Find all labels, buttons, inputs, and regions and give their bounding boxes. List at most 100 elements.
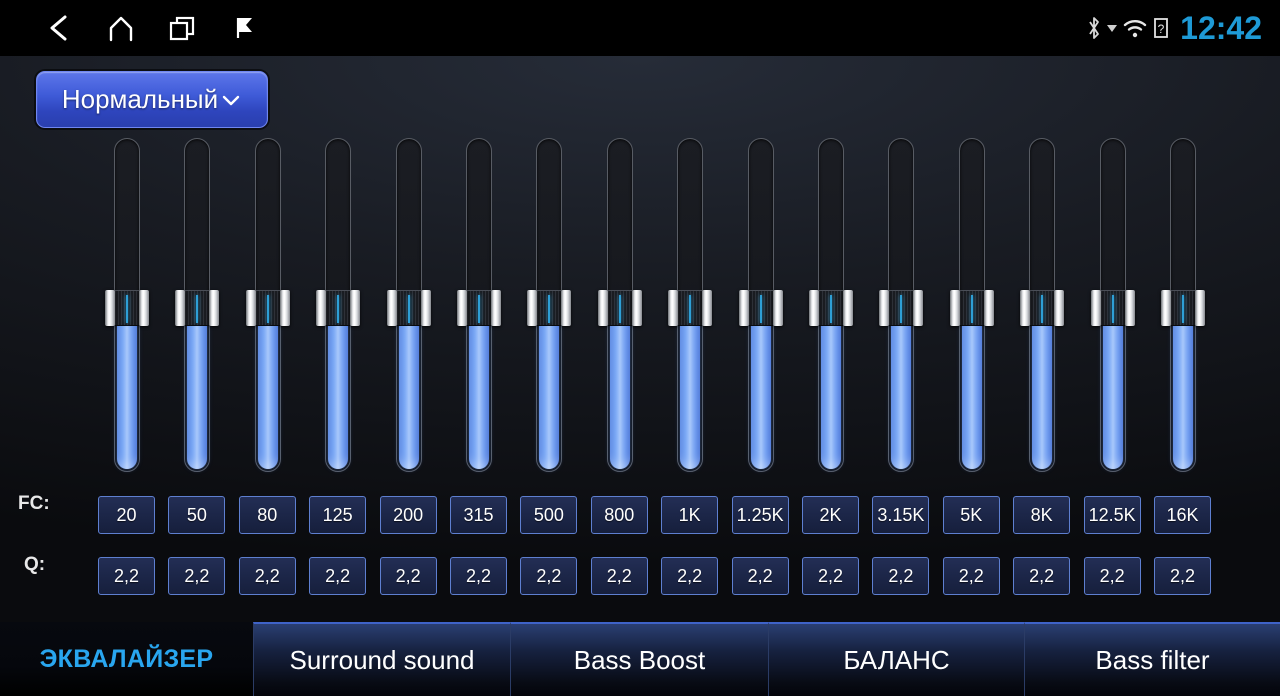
slider-thumb-bar-right [1195,290,1205,326]
q-value-cell[interactable]: 2,2 [309,557,367,595]
slider-thumb[interactable] [1090,290,1135,326]
flag-icon[interactable] [214,0,276,56]
band-slider[interactable] [386,138,431,472]
slider-thumb-grip [678,290,703,326]
band-slider[interactable] [1161,138,1205,472]
slider-thumb-bar-right [983,290,994,326]
fc-value-cell[interactable]: 12.5K [1083,496,1141,534]
tab-item[interactable]: Surround sound [253,622,510,696]
slider-fill [187,305,208,469]
q-value-cell[interactable]: 2,2 [872,557,930,595]
band-slider[interactable] [809,138,853,472]
recents-icon[interactable] [152,0,214,56]
slider-thumb-grip [1030,290,1055,326]
band-slider[interactable] [1090,138,1135,472]
q-value-cell[interactable]: 2,2 [942,557,1000,595]
fc-value-cell[interactable]: 5K [942,496,1000,534]
fc-value-cell[interactable]: 3.15K [872,496,930,534]
q-value-cell[interactable]: 2,2 [450,557,507,595]
q-value-cell[interactable]: 2,2 [661,557,719,595]
slider-thumb[interactable] [105,290,149,326]
slider-thumb-bar-right [139,290,149,326]
fc-value-cell[interactable]: 200 [379,496,437,534]
fc-value-cell[interactable]: 800 [590,496,648,534]
tab-item[interactable]: БАЛАНС [768,622,1024,696]
back-icon[interactable] [28,0,90,56]
band-slider[interactable] [316,138,361,472]
slider-thumb[interactable] [1020,290,1065,326]
band-slider[interactable] [738,138,783,472]
status-icons: ? 12:42 [1086,0,1270,56]
fc-value-cell[interactable]: 500 [520,496,578,534]
fc-value-cell[interactable]: 80 [238,496,296,534]
slider-thumb-bar-left [245,290,256,326]
equalizer-screen: ? 12:42 Нормальный FC: Q: 20 50 80 125 200 31… [0,0,1280,696]
slider-thumb-bar-left [316,290,327,326]
q-value-cell[interactable]: 2,2 [379,557,437,595]
tab-item[interactable]: Bass Boost [510,622,768,696]
slider-thumb[interactable] [738,290,783,326]
band-slider[interactable] [879,138,924,472]
slider-thumb-bar-right [491,290,501,326]
slider-thumb[interactable] [597,290,642,326]
slider-fill [398,305,419,469]
q-value-cell[interactable]: 2,2 [168,557,226,595]
fc-value-cell[interactable]: 125 [309,496,367,534]
tab-label: Bass Boost [573,644,706,675]
q-value-cell[interactable]: 2,2 [731,557,789,595]
slider-thumb-bar-left [809,290,819,326]
fc-value-cell[interactable]: 2K [802,496,859,534]
slider-thumb-bar-right [209,290,220,326]
slider-thumb[interactable] [245,290,290,326]
band-slider[interactable] [949,138,994,472]
band-slider[interactable] [527,138,572,472]
slider-thumb[interactable] [457,290,501,326]
slider-thumb-grip [1100,290,1125,326]
slider-thumb-grip [115,290,139,326]
slider-thumb-grip [396,290,421,326]
q-value-cell[interactable]: 2,2 [1013,557,1071,595]
fc-value-cell[interactable]: 16K [1154,496,1211,534]
fc-value-cell[interactable]: 1.25K [731,496,789,534]
q-value-cell[interactable]: 2,2 [98,557,155,595]
slider-thumb[interactable] [1161,290,1205,326]
slider-thumb[interactable] [668,290,713,326]
tab-label: Bass filter [1095,644,1210,675]
fc-value-cell[interactable]: 1K [661,496,719,534]
fc-value-cell[interactable]: 8K [1013,496,1071,534]
fc-value-cell[interactable]: 20 [98,496,155,534]
slider-thumb-grip [607,290,632,326]
slider-fill [257,305,278,469]
tab-active[interactable]: ЭКВАЛАЙЗЕР [0,622,253,696]
band-slider[interactable] [1020,138,1065,472]
slider-thumb-grip [819,290,843,326]
slider-thumb[interactable] [949,290,994,326]
slider-thumb-grip [889,290,914,326]
band-slider[interactable] [457,138,501,472]
band-slider[interactable] [668,138,713,472]
slider-thumb-bar-left [738,290,749,326]
q-row-label: Q: [24,554,46,575]
q-value-cell[interactable]: 2,2 [1154,557,1211,595]
band-slider[interactable] [597,138,642,472]
band-slider[interactable] [245,138,290,472]
slider-fill [328,305,349,469]
q-value-cell[interactable]: 2,2 [238,557,296,595]
tab-item[interactable]: Bass filter [1024,622,1280,696]
slider-thumb[interactable] [175,290,220,326]
slider-thumb[interactable] [316,290,361,326]
status-bar: ? 12:42 [0,0,1280,56]
fc-value-cell[interactable]: 315 [450,496,507,534]
q-value-cell[interactable]: 2,2 [520,557,578,595]
slider-thumb[interactable] [527,290,572,326]
home-icon[interactable] [90,0,152,56]
fc-value-cell[interactable]: 50 [168,496,226,534]
band-slider[interactable] [175,138,220,472]
q-value-cell[interactable]: 2,2 [802,557,859,595]
slider-thumb[interactable] [386,290,431,326]
q-value-cell[interactable]: 2,2 [1083,557,1141,595]
q-value-cell[interactable]: 2,2 [590,557,648,595]
band-slider[interactable] [105,138,149,472]
slider-thumb[interactable] [809,290,853,326]
slider-thumb[interactable] [879,290,924,326]
